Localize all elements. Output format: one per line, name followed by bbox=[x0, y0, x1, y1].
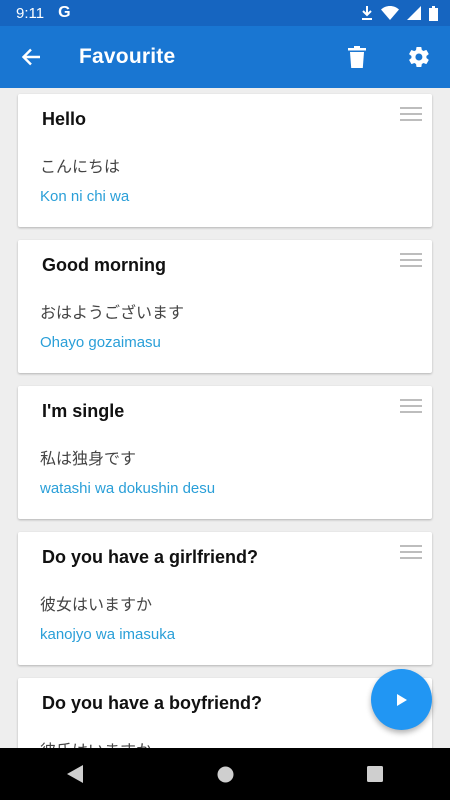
arrow-back-icon bbox=[21, 48, 40, 66]
trash-icon bbox=[348, 46, 366, 68]
phrase-japanese: 彼女はいますか bbox=[40, 597, 153, 614]
settings-button[interactable] bbox=[388, 26, 450, 88]
phrase-card[interactable]: Good morning おはようございます Ohayo gozaimasu bbox=[18, 240, 432, 373]
back-button[interactable] bbox=[0, 26, 62, 88]
phrase-romaji: kanojyo wa imasuka bbox=[40, 626, 176, 643]
delete-button[interactable] bbox=[326, 26, 388, 88]
nav-recents-button[interactable] bbox=[345, 748, 405, 800]
phrase-card[interactable]: Hello こんにちは Kon ni chi wa bbox=[18, 94, 432, 227]
play-button[interactable] bbox=[371, 669, 432, 730]
drag-handle-icon[interactable] bbox=[400, 253, 422, 269]
download-icon bbox=[362, 6, 372, 20]
nav-back-icon bbox=[67, 765, 83, 783]
phrase-romaji: Kon ni chi wa bbox=[40, 188, 130, 205]
app-bar: Favourite bbox=[0, 26, 450, 88]
battery-icon bbox=[429, 5, 438, 21]
phrase-japanese: おはようございます bbox=[40, 305, 185, 322]
phrase-english: I'm single bbox=[42, 401, 125, 421]
nav-home-icon bbox=[217, 766, 233, 782]
nav-home-button[interactable] bbox=[195, 748, 255, 800]
drag-handle-icon[interactable] bbox=[400, 545, 422, 561]
play-icon bbox=[396, 693, 407, 706]
status-time: 9:11 bbox=[16, 4, 45, 22]
phrase-english: Do you have a girlfriend? bbox=[42, 547, 259, 567]
page-title: Favourite bbox=[79, 45, 176, 68]
signal-icon bbox=[407, 6, 421, 20]
phrase-english: Hello bbox=[42, 109, 87, 129]
nav-recents-icon bbox=[367, 766, 383, 782]
phrase-card[interactable]: Do you have a boyfriend? 彼氏はいますか bbox=[18, 678, 432, 748]
phrase-card[interactable]: Do you have a girlfriend? 彼女はいますか kanojy… bbox=[18, 532, 432, 665]
phrase-japanese: こんにちは bbox=[40, 159, 121, 176]
favourite-list[interactable]: Hello こんにちは Kon ni chi wa Good morning お… bbox=[0, 88, 450, 748]
phrase-card[interactable]: I'm single 私は独身です watashi wa dokushin de… bbox=[18, 386, 432, 519]
system-nav-bar bbox=[0, 748, 450, 800]
wifi-icon bbox=[381, 6, 399, 20]
gear-icon bbox=[409, 46, 429, 68]
drag-handle-icon[interactable] bbox=[400, 107, 422, 123]
phrase-japanese: 彼氏はいますか bbox=[40, 737, 152, 748]
phrase-romaji: watashi wa dokushin desu bbox=[40, 480, 216, 497]
phrase-romaji: Ohayo gozaimasu bbox=[40, 334, 161, 351]
phrase-japanese: 私は独身です bbox=[40, 451, 137, 468]
phrase-english: Do you have a boyfriend? bbox=[42, 693, 263, 713]
status-bar: 9:11 G bbox=[0, 0, 450, 26]
google-notification-icon: G bbox=[58, 4, 71, 21]
nav-back-button[interactable] bbox=[45, 748, 105, 800]
drag-handle-icon[interactable] bbox=[400, 399, 422, 415]
phrase-english: Good morning bbox=[42, 255, 166, 275]
